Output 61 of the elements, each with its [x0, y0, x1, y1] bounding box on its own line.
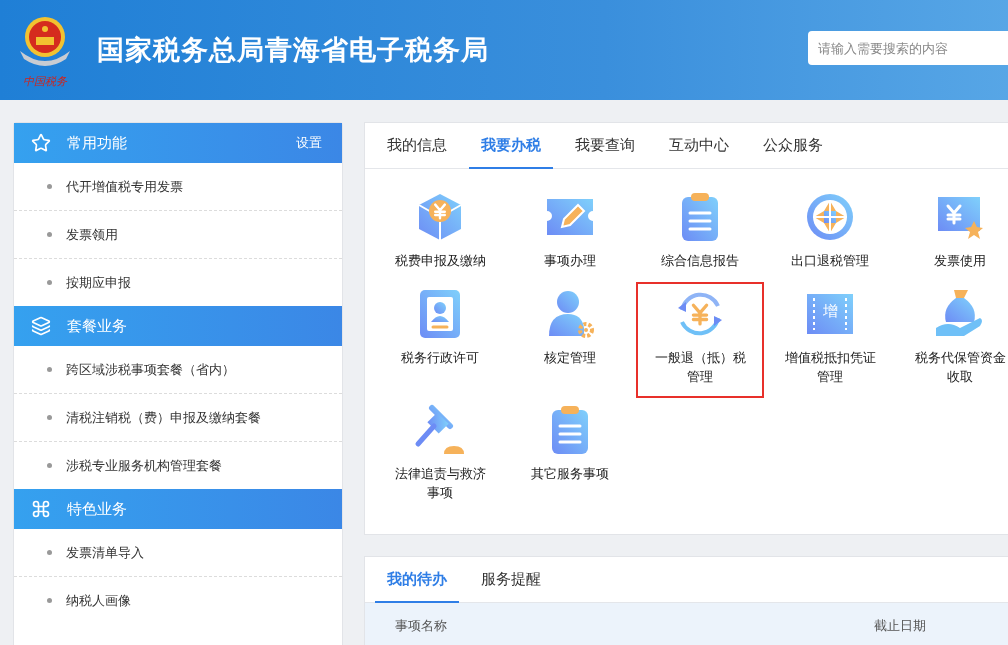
site-title: 国家税务总局青海省电子税务局 — [97, 33, 490, 67]
bullet-icon — [47, 367, 52, 372]
search-field[interactable]: 请输入需要搜索的内容 — [808, 31, 1008, 65]
service-tile[interactable]: 其它服务事项 — [506, 398, 634, 495]
service-tile[interactable]: 核定管理 — [506, 282, 634, 379]
icon-letter: 增 — [821, 302, 839, 321]
layers-icon — [31, 316, 51, 336]
sidebar-item[interactable]: 涉税专业服务机构管理套餐 — [66, 456, 222, 475]
bullet-icon — [47, 232, 52, 237]
globe-icon — [804, 191, 856, 243]
service-tile[interactable]: 税务行政许可 — [376, 282, 504, 379]
sidebar-item[interactable]: 清税注销税（费）申报及缴纳套餐 — [66, 408, 261, 427]
service-label: 事项办理 — [543, 252, 597, 270]
bullet-icon — [47, 184, 52, 189]
bullet-icon — [47, 415, 52, 420]
sidebar-item[interactable]: 按期应申报 — [66, 273, 131, 292]
service-label: 一般退（抵）税管理 — [653, 349, 747, 386]
logo-caption: 中国税务 — [23, 74, 67, 89]
sidebar-item[interactable]: 发票领用 — [66, 225, 118, 244]
gavel-icon — [414, 404, 466, 456]
tab[interactable]: 我要办税 — [469, 123, 553, 169]
service-label: 核定管理 — [543, 349, 597, 367]
settings-link[interactable]: 设置 — [296, 134, 322, 152]
service-label: 出口退税管理 — [790, 252, 870, 270]
tab[interactable]: 我要查询 — [563, 123, 647, 169]
bullet-icon — [47, 550, 52, 555]
service-tile[interactable]: 税费申报及缴纳 — [376, 185, 504, 282]
bullet-icon — [47, 280, 52, 285]
service-tile[interactable]: 事项办理 — [506, 185, 634, 282]
tab[interactable]: 互动中心 — [657, 123, 741, 169]
service-tile[interactable]: 增 增值税抵扣凭证管理 — [766, 282, 894, 398]
section-title: 套餐业务 — [67, 316, 128, 336]
service-label: 税务行政许可 — [400, 349, 480, 367]
service-label: 税费申报及缴纳 — [393, 252, 487, 270]
service-label: 法律追责与救济事项 — [393, 465, 487, 502]
service-tile[interactable]: 法律追责与救济事项 — [376, 398, 504, 514]
section-title: 特色业务 — [67, 499, 128, 519]
sidebar-item[interactable]: 代开增值税专用发票 — [66, 177, 183, 196]
service-label: 税务代保管资金收取 — [913, 349, 1007, 386]
tab[interactable]: 服务提醒 — [469, 557, 553, 603]
service-tile[interactable]: 发票使用 — [896, 185, 1008, 282]
service-label: 发票使用 — [933, 252, 987, 270]
command-icon — [31, 499, 51, 519]
sidebar-item[interactable]: 发票清单导入 — [66, 543, 144, 562]
tab[interactable]: 公众服务 — [751, 123, 835, 169]
service-label: 综合信息报告 — [660, 252, 740, 270]
column-header: 事项名称 — [395, 617, 448, 635]
service-label: 增值税抵扣凭证管理 — [783, 349, 877, 386]
service-tile[interactable]: 税务代保管资金收取 — [896, 282, 1008, 398]
column-header: 截止日期 — [874, 617, 927, 635]
service-tile[interactable]: 综合信息报告 — [636, 185, 764, 282]
sidebar-item[interactable]: 纳税人画像 — [66, 591, 131, 610]
service-tile[interactable]: 出口退税管理 — [766, 185, 894, 282]
bullet-icon — [47, 598, 52, 603]
bullet-icon — [47, 463, 52, 468]
star-icon — [31, 133, 51, 153]
sidebar-item[interactable]: 跨区域涉税事项套餐（省内） — [66, 360, 235, 379]
service-label: 其它服务事项 — [530, 465, 610, 483]
highlighted-service-tile[interactable]: 一般退（抵）税管理 — [636, 282, 764, 398]
tab[interactable]: 我的信息 — [375, 123, 459, 169]
section-title: 常用功能 — [67, 133, 128, 153]
